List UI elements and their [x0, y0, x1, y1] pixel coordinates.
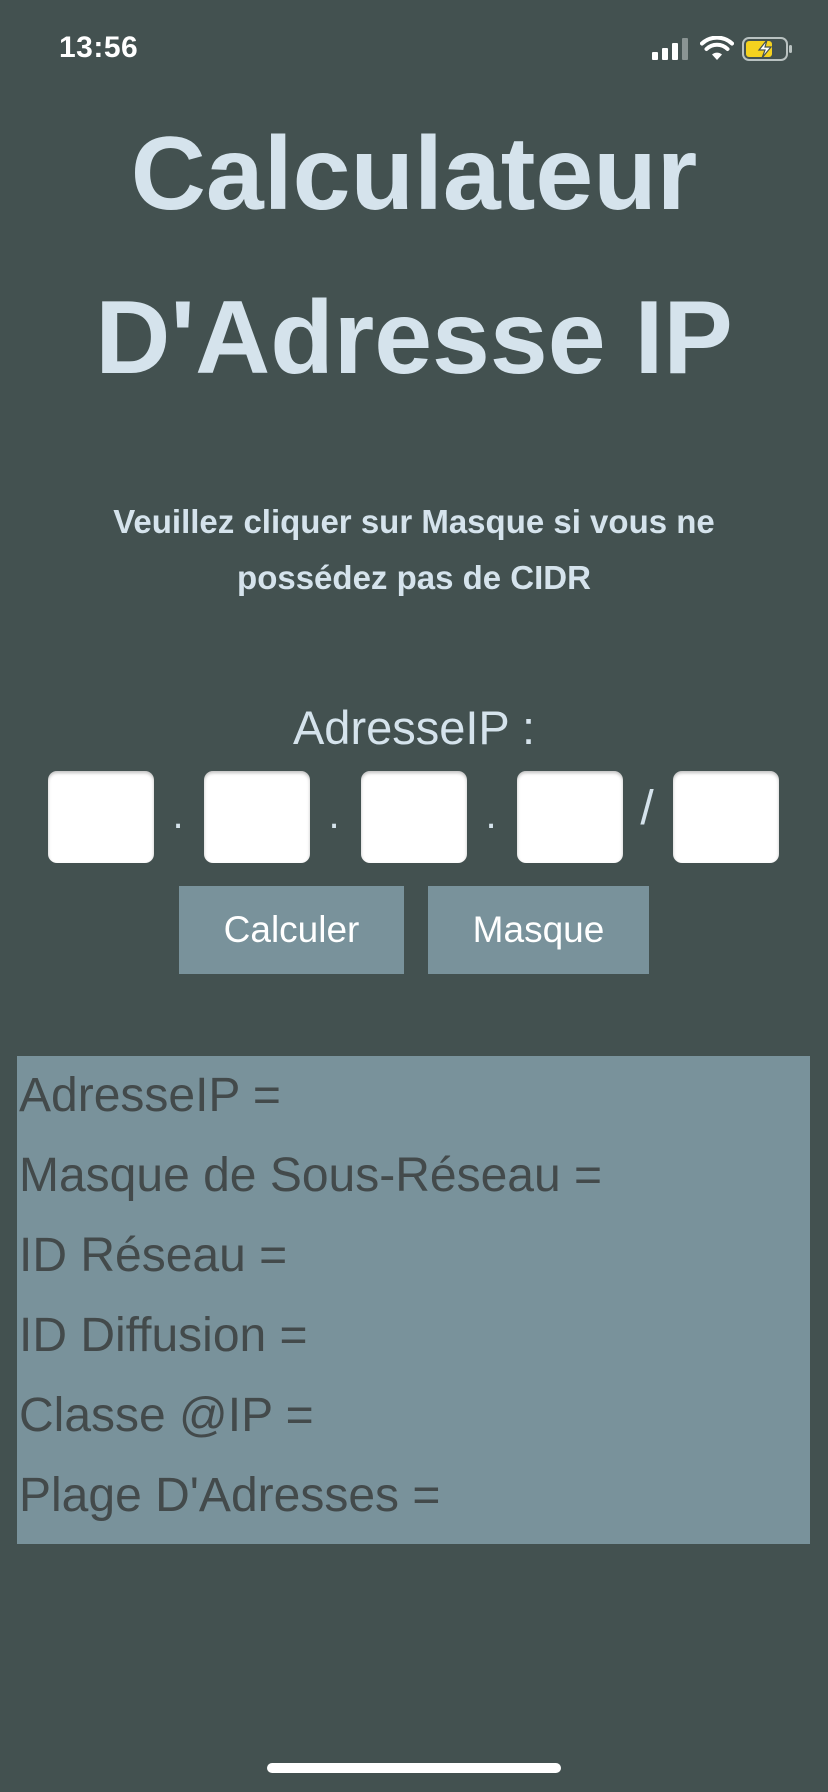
octet-separator-2: .: [328, 793, 340, 837]
wifi-icon: [700, 36, 734, 60]
instruction-text: Veuillez cliquer sur Masque si vous ne p…: [113, 503, 715, 596]
page-title: Calculateur D'Adresse IP: [0, 92, 828, 420]
home-indicator[interactable]: [267, 1763, 561, 1773]
ip-octet-1-input[interactable]: [48, 771, 154, 863]
ip-octet-3-input[interactable]: [361, 771, 467, 863]
signal-icon: [652, 38, 688, 60]
result-network-id: ID Réseau =: [19, 1229, 288, 1282]
results-panel: AdresseIP = Masque de Sous-Réseau = ID R…: [17, 1056, 810, 1544]
ip-octet-4-input[interactable]: [517, 771, 623, 863]
ip-address-label: AdresseIP :: [292, 701, 536, 754]
battery-charging-icon: [742, 37, 792, 61]
result-address-range: Plage D'Adresses =: [19, 1469, 441, 1522]
page-title-line-2: D'Adresse IP: [95, 280, 733, 396]
cidr-input[interactable]: [673, 771, 779, 863]
cidr-separator: /: [640, 782, 654, 835]
result-subnet-mask: Masque de Sous-Réseau =: [19, 1149, 603, 1202]
ip-octet-2-input[interactable]: [204, 771, 310, 863]
result-ip-class: Classe @IP =: [19, 1389, 314, 1442]
mask-button[interactable]: Masque: [428, 886, 649, 974]
status-bar: 13:56: [0, 0, 828, 100]
octet-separator-1: .: [172, 793, 184, 837]
result-ip-address: AdresseIP =: [19, 1069, 281, 1122]
page-title-line-1: Calculateur: [130, 116, 698, 232]
result-broadcast-id: ID Diffusion =: [19, 1309, 308, 1362]
calculate-button[interactable]: Calculer: [179, 886, 404, 974]
status-time: 13:56: [59, 31, 139, 64]
octet-separator-3: .: [485, 793, 497, 837]
